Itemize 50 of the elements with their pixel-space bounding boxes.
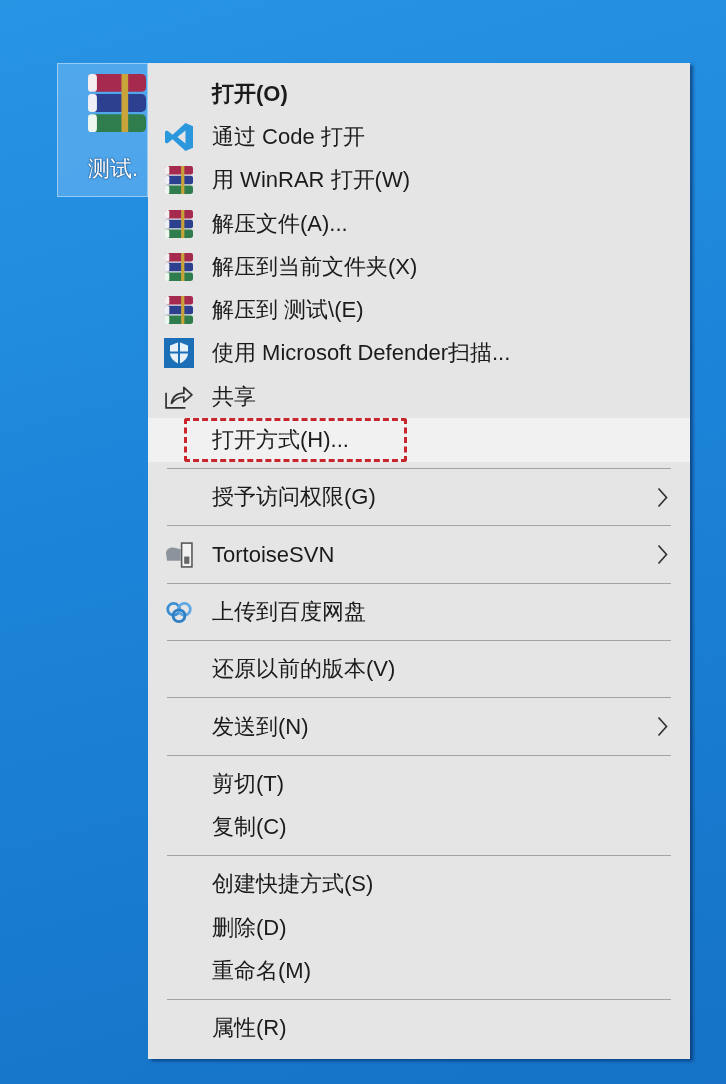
- menu-item[interactable]: 发送到(N): [148, 704, 690, 749]
- menu-item[interactable]: 剪切(T): [148, 762, 690, 806]
- document-icon: [165, 540, 193, 569]
- menu-item[interactable]: 共享: [148, 375, 690, 419]
- menu-item-label: 用 WinRAR 打开(W): [212, 166, 410, 195]
- menu-item-label: 发送到(N): [212, 712, 309, 741]
- books-icon: [165, 166, 193, 195]
- menu-item-label: 解压文件(A)...: [212, 209, 348, 238]
- menu-item[interactable]: 创建快捷方式(S): [148, 862, 690, 907]
- menu-item-label: 剪切(T): [212, 769, 285, 798]
- menu-item-label: 通过 Code 打开: [212, 122, 365, 151]
- menu-item-label: 删除(D): [212, 913, 287, 942]
- menu-item[interactable]: 属性(R): [148, 1006, 690, 1050]
- shield-icon: [164, 338, 194, 369]
- menu-item-label: 还原以前的版本(V): [212, 655, 396, 684]
- menu-item[interactable]: 授予访问权限(G): [148, 475, 690, 519]
- menu-item-label: 解压到当前文件夹(X): [212, 252, 418, 281]
- menu-item[interactable]: 用 WinRAR 打开(W): [148, 158, 690, 202]
- menu-item[interactable]: 上传到百度网盘: [148, 590, 690, 634]
- menu-item-label: 打开方式(H)...: [212, 426, 349, 455]
- menu-item-label: 共享: [212, 382, 256, 411]
- menu-item[interactable]: 解压到 测试\(E): [148, 288, 690, 332]
- menu-item-label: 解压到 测试\(E): [212, 296, 364, 325]
- file-name: 测试.: [88, 155, 139, 183]
- menu-item-label: 打开(O): [212, 79, 288, 108]
- menu-item[interactable]: 使用 Microsoft Defender扫描...: [148, 331, 690, 376]
- menu-item[interactable]: 删除(D): [148, 906, 690, 950]
- menu-item-label: 创建快捷方式(S): [212, 870, 374, 899]
- menu-item[interactable]: TortoiseSVN: [148, 532, 690, 577]
- rings-icon: [165, 599, 193, 624]
- menu-item-label: 属性(R): [212, 1014, 287, 1043]
- books-icon: [165, 209, 193, 238]
- menu-item-label: 使用 Microsoft Defender扫描...: [212, 339, 511, 368]
- books-icon: [88, 74, 146, 132]
- menu-item[interactable]: 通过 Code 打开: [148, 115, 690, 159]
- menu-item[interactable]: 重命名(M): [148, 949, 690, 993]
- books-icon: [165, 296, 193, 325]
- menu-item[interactable]: 解压文件(A)...: [148, 201, 690, 246]
- menu-item[interactable]: 复制(C): [148, 805, 690, 849]
- menu-item-label: 复制(C): [212, 813, 287, 842]
- menu-item[interactable]: 还原以前的版本(V): [148, 647, 690, 691]
- menu-item-label: 重命名(M): [212, 957, 311, 985]
- menu-item-label: 上传到百度网盘: [212, 597, 366, 626]
- code-logo-icon: [165, 122, 193, 151]
- menu-item[interactable]: 解压到当前文件夹(X): [148, 245, 690, 289]
- menu-item[interactable]: 打开(O): [148, 72, 690, 116]
- menu-item-label: TortoiseSVN: [212, 541, 335, 568]
- books-icon: [165, 252, 193, 281]
- menu-item-label: 授予访问权限(G): [212, 483, 376, 512]
- menu-item[interactable]: 打开方式(H)...: [148, 418, 690, 462]
